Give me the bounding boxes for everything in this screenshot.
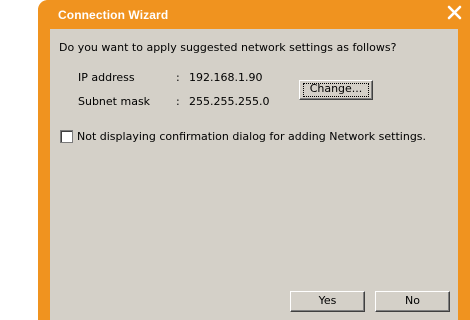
connection-wizard-window: Connection Wizard Do you want to apply s…	[38, 0, 470, 320]
ip-address-label: IP address	[78, 71, 135, 84]
change-button-label: Change...	[309, 82, 363, 95]
prompt-text: Do you want to apply suggested network s…	[59, 41, 397, 54]
no-button[interactable]: No	[375, 291, 450, 312]
yes-button[interactable]: Yes	[290, 291, 365, 312]
change-button[interactable]: Change...	[299, 80, 373, 100]
title-bar[interactable]: Connection Wizard	[38, 0, 470, 30]
no-confirmation-label[interactable]: Not displaying confirmation dialog for a…	[77, 130, 426, 143]
window-title: Connection Wizard	[58, 8, 169, 22]
close-icon[interactable]	[447, 5, 462, 20]
ip-address-colon: :	[176, 71, 180, 84]
dialog-body: Do you want to apply suggested network s…	[50, 29, 458, 320]
subnet-mask-label: Subnet mask	[78, 95, 151, 108]
subnet-mask-value: 255.255.255.0	[189, 95, 270, 108]
no-confirmation-checkbox[interactable]	[60, 130, 73, 143]
subnet-mask-colon: :	[176, 95, 180, 108]
ip-address-value: 192.168.1.90	[189, 71, 263, 84]
